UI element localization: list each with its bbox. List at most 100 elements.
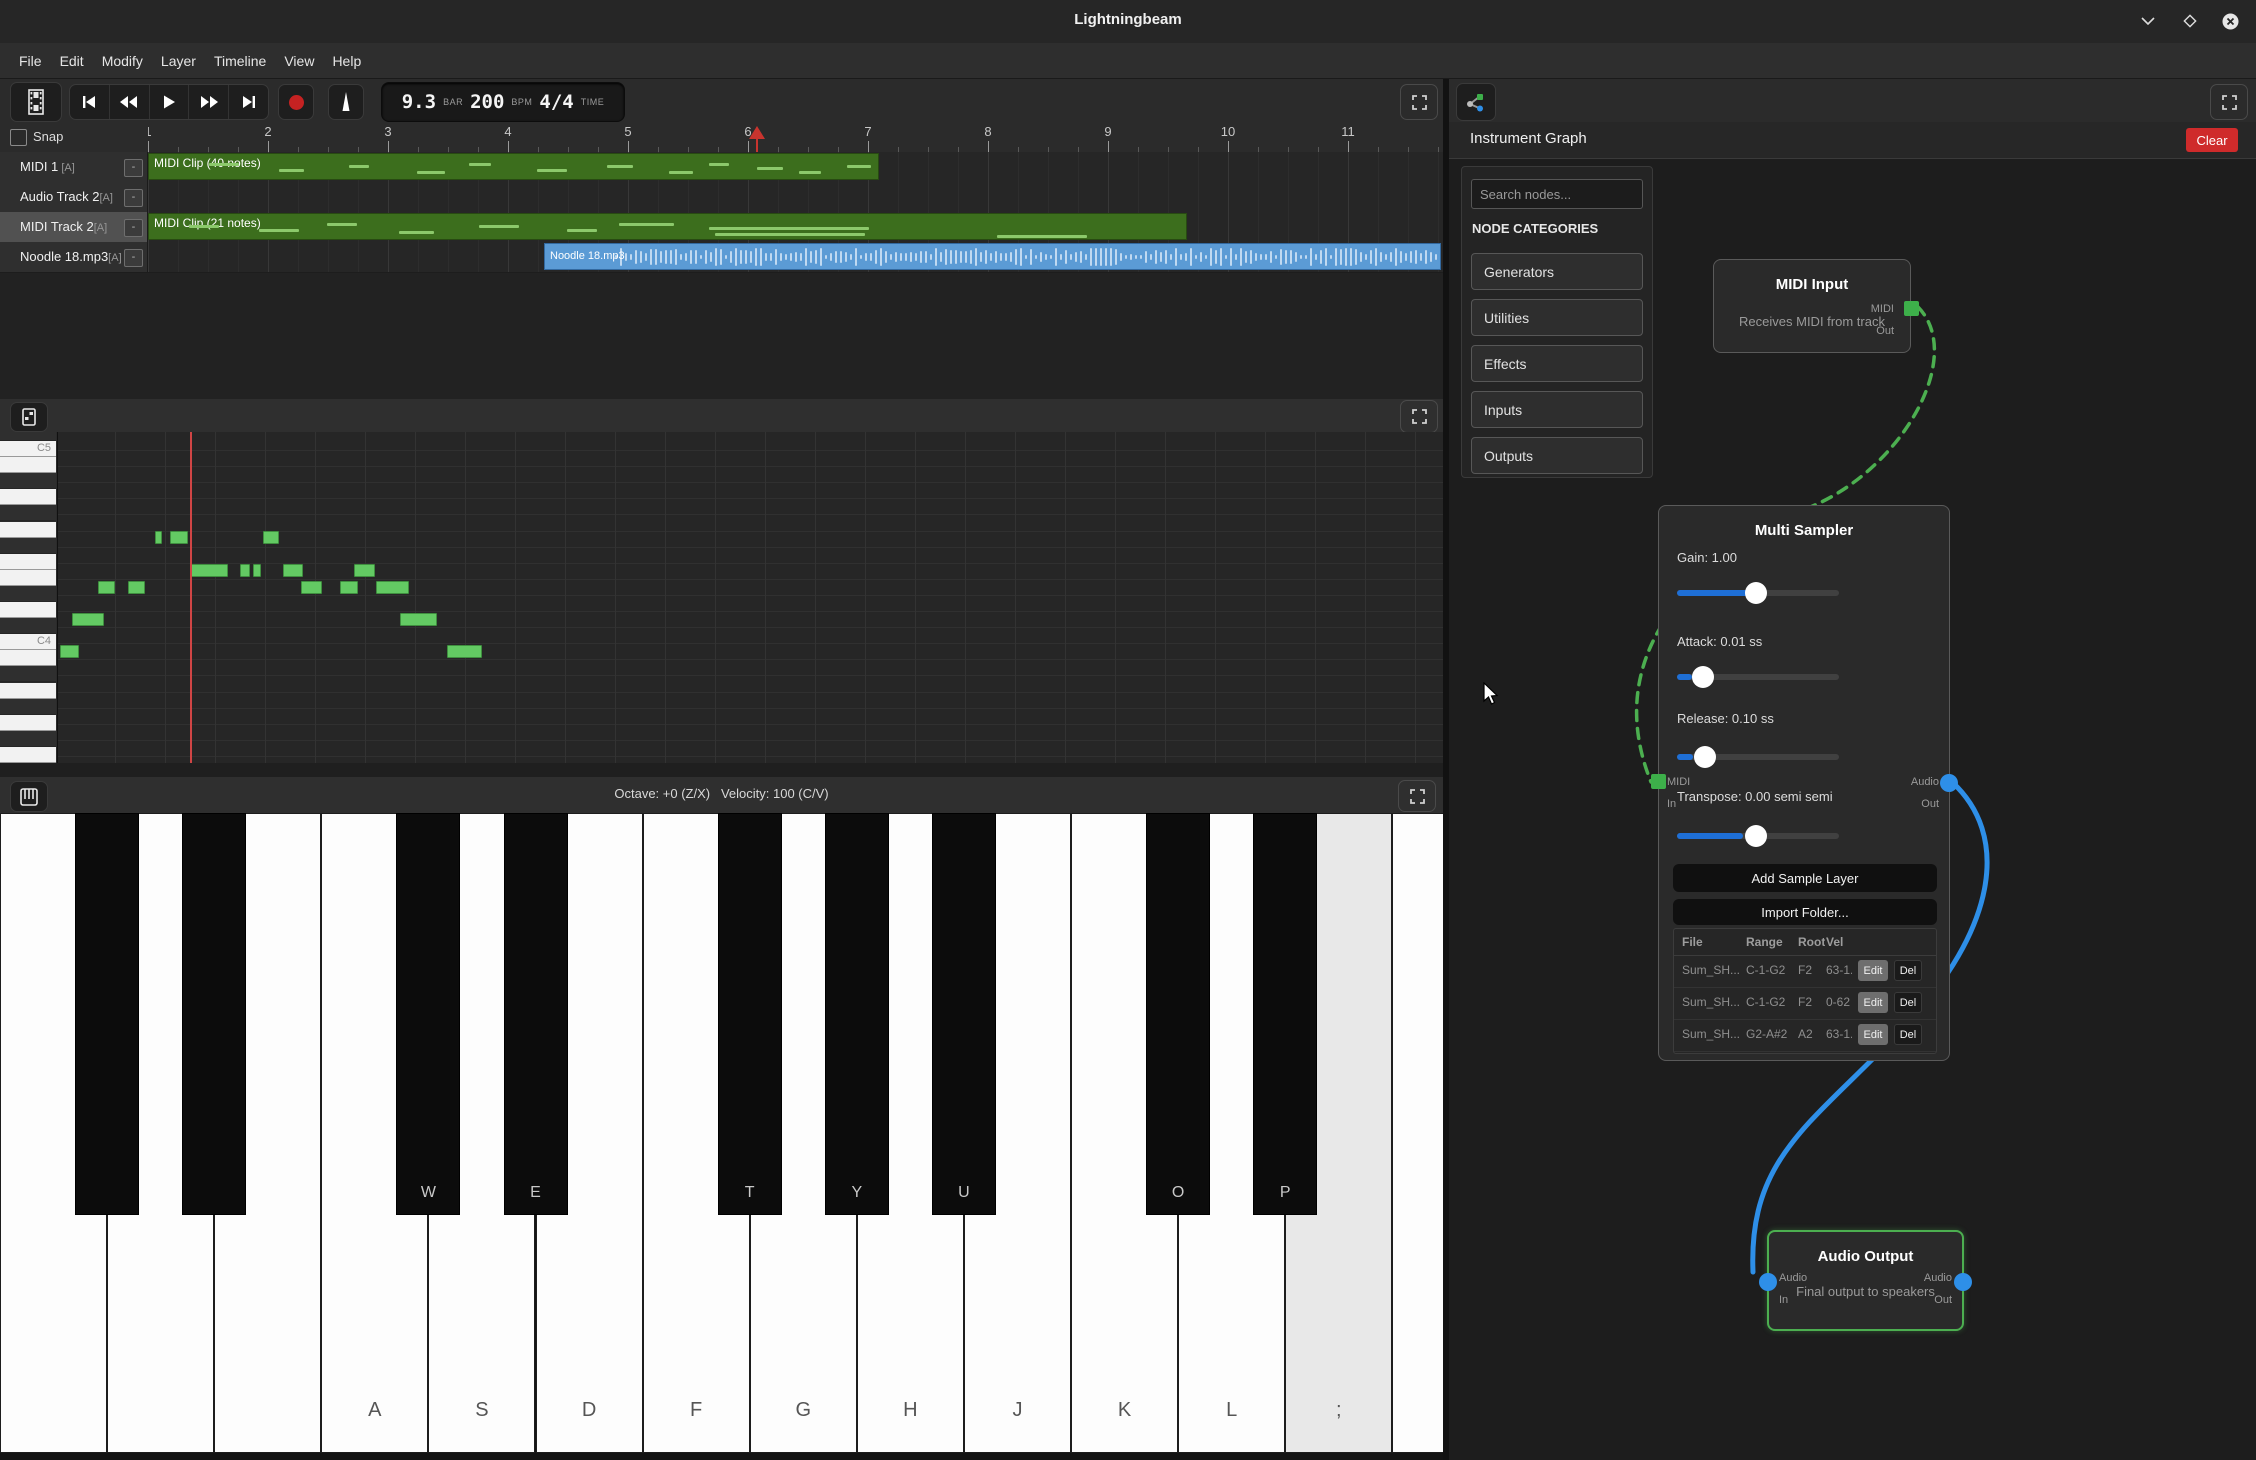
maximize-icon[interactable] (2178, 9, 2202, 33)
tempo-display[interactable]: 9.3BAR 200BPM 4/4TIME (381, 82, 625, 122)
piano-roll-key[interactable] (0, 699, 56, 715)
audio-clip[interactable]: Noodle 18.mp3 (544, 243, 1441, 270)
piano-roll-key[interactable] (0, 715, 56, 731)
add-sample-layer-button[interactable]: Add Sample Layer (1673, 864, 1937, 892)
midi-note[interactable] (340, 581, 358, 594)
piano-roll-key[interactable] (0, 618, 56, 634)
snap-checkbox[interactable] (10, 129, 27, 146)
delete-button[interactable]: Del (1894, 960, 1922, 981)
piano-roll-key[interactable] (0, 505, 56, 521)
black-key-E[interactable]: E (504, 813, 568, 1215)
midi-note[interactable] (447, 645, 482, 658)
track-header[interactable]: Noodle 18.mp3[A]- (0, 242, 148, 272)
skip-end-button[interactable] (229, 85, 268, 119)
slider-track[interactable] (1677, 674, 1839, 680)
black-key[interactable] (182, 813, 246, 1215)
menu-help[interactable]: Help (323, 53, 370, 69)
piano-roll-key[interactable] (0, 586, 56, 602)
midi-note[interactable] (98, 581, 115, 594)
menu-layer[interactable]: Layer (152, 53, 205, 69)
midi-note[interactable] (240, 564, 250, 577)
menu-file[interactable]: File (10, 53, 51, 69)
delete-button[interactable]: Del (1894, 1024, 1922, 1045)
fast-forward-button[interactable] (189, 85, 229, 119)
track-lane[interactable] (148, 182, 1443, 212)
white-key[interactable] (1392, 813, 1443, 1453)
edit-button[interactable]: Edit (1858, 992, 1888, 1013)
slider-track[interactable] (1677, 833, 1839, 839)
track-lane[interactable]: MIDI Clip (40 notes) (148, 152, 1443, 182)
piano-roll-key[interactable] (0, 683, 56, 699)
black-key[interactable] (75, 813, 139, 1215)
metronome-button[interactable] (328, 84, 364, 120)
edit-button[interactable]: Edit (1858, 960, 1888, 981)
category-inputs[interactable]: Inputs (1471, 391, 1643, 428)
timeline-ruler[interactable]: 1234567891011 (148, 122, 1443, 153)
piano-roll-playhead[interactable] (190, 432, 192, 763)
midi-note[interactable] (155, 531, 162, 544)
clear-button[interactable]: Clear (2186, 128, 2238, 152)
piano-roll-key[interactable] (0, 489, 56, 505)
midi-note[interactable] (253, 564, 261, 577)
audio-in-port[interactable] (1759, 1273, 1777, 1291)
audio-out-port[interactable] (1940, 774, 1958, 792)
slider-knob[interactable] (1745, 825, 1767, 847)
minimize-icon[interactable] (2136, 9, 2160, 33)
menu-timeline[interactable]: Timeline (205, 53, 275, 69)
midi-note[interactable] (190, 564, 228, 577)
node-multi-sampler[interactable]: Multi Sampler MIDI In Audio Out Gain: 1.… (1658, 505, 1950, 1061)
slider-knob[interactable] (1745, 582, 1767, 604)
piano-roll-key[interactable] (0, 731, 56, 747)
search-input[interactable] (1471, 179, 1643, 209)
piano-roll-key[interactable] (0, 666, 56, 682)
timeline-expand-button[interactable] (1400, 84, 1438, 120)
black-key-T[interactable]: T (718, 813, 782, 1215)
midi-clip[interactable]: MIDI Clip (21 notes) (148, 213, 1187, 240)
close-icon[interactable] (2218, 9, 2242, 33)
category-effects[interactable]: Effects (1471, 345, 1643, 382)
play-button[interactable] (150, 85, 190, 119)
category-generators[interactable]: Generators (1471, 253, 1643, 290)
black-key-P[interactable]: P (1253, 813, 1317, 1215)
graph-view-button[interactable] (1456, 83, 1496, 121)
rewind-button[interactable] (110, 85, 150, 119)
piano-roll-key[interactable] (0, 473, 56, 489)
midi-note[interactable] (128, 581, 145, 594)
track-header[interactable]: MIDI 1 [A]- (0, 152, 148, 182)
slider-knob[interactable] (1694, 746, 1716, 768)
category-outputs[interactable]: Outputs (1471, 437, 1643, 474)
black-key-Y[interactable]: Y (825, 813, 889, 1215)
black-key-W[interactable]: W (396, 813, 460, 1215)
black-key-O[interactable]: O (1146, 813, 1210, 1215)
piano-roll-key[interactable] (0, 432, 56, 441)
audio-out-port[interactable] (1954, 1273, 1972, 1291)
piano-roll-grid[interactable]: C5 C4 (0, 432, 1443, 763)
midi-out-port[interactable] (1904, 301, 1919, 316)
skip-start-button[interactable] (70, 85, 110, 119)
piano-roll-key[interactable] (0, 602, 56, 618)
piano-view-button[interactable] (10, 781, 48, 812)
midi-note[interactable] (400, 613, 437, 626)
piano-roll-key[interactable] (0, 570, 56, 586)
category-utilities[interactable]: Utilities (1471, 299, 1643, 336)
import-folder-button[interactable]: Import Folder... (1673, 899, 1937, 925)
slider-track[interactable] (1677, 590, 1839, 596)
midi-note[interactable] (60, 645, 79, 658)
track-mute-button[interactable]: - (124, 159, 143, 177)
node-midi-input[interactable]: MIDI Input Receives MIDI from track MIDI… (1713, 259, 1911, 353)
midi-clip[interactable]: MIDI Clip (40 notes) (148, 153, 879, 180)
track-mute-button[interactable]: - (124, 189, 143, 207)
piano-roll-key[interactable] (0, 538, 56, 554)
record-button[interactable] (278, 84, 314, 120)
graph-expand-button[interactable] (2210, 84, 2248, 120)
menu-modify[interactable]: Modify (93, 53, 152, 69)
piano-roll-key[interactable] (0, 522, 56, 538)
node-audio-output[interactable]: Audio Output Final output to speakers Au… (1767, 1230, 1964, 1331)
piano-roll-key[interactable]: C5 (0, 441, 56, 457)
track-lane[interactable]: Noodle 18.mp3 (148, 242, 1443, 272)
piano-roll-key[interactable] (0, 457, 56, 473)
film-timeline-button[interactable] (10, 82, 62, 122)
track-header[interactable]: Audio Track 2[A]- (0, 182, 148, 212)
piano-roll-key[interactable]: C4 (0, 634, 56, 650)
delete-button[interactable]: Del (1894, 992, 1922, 1013)
